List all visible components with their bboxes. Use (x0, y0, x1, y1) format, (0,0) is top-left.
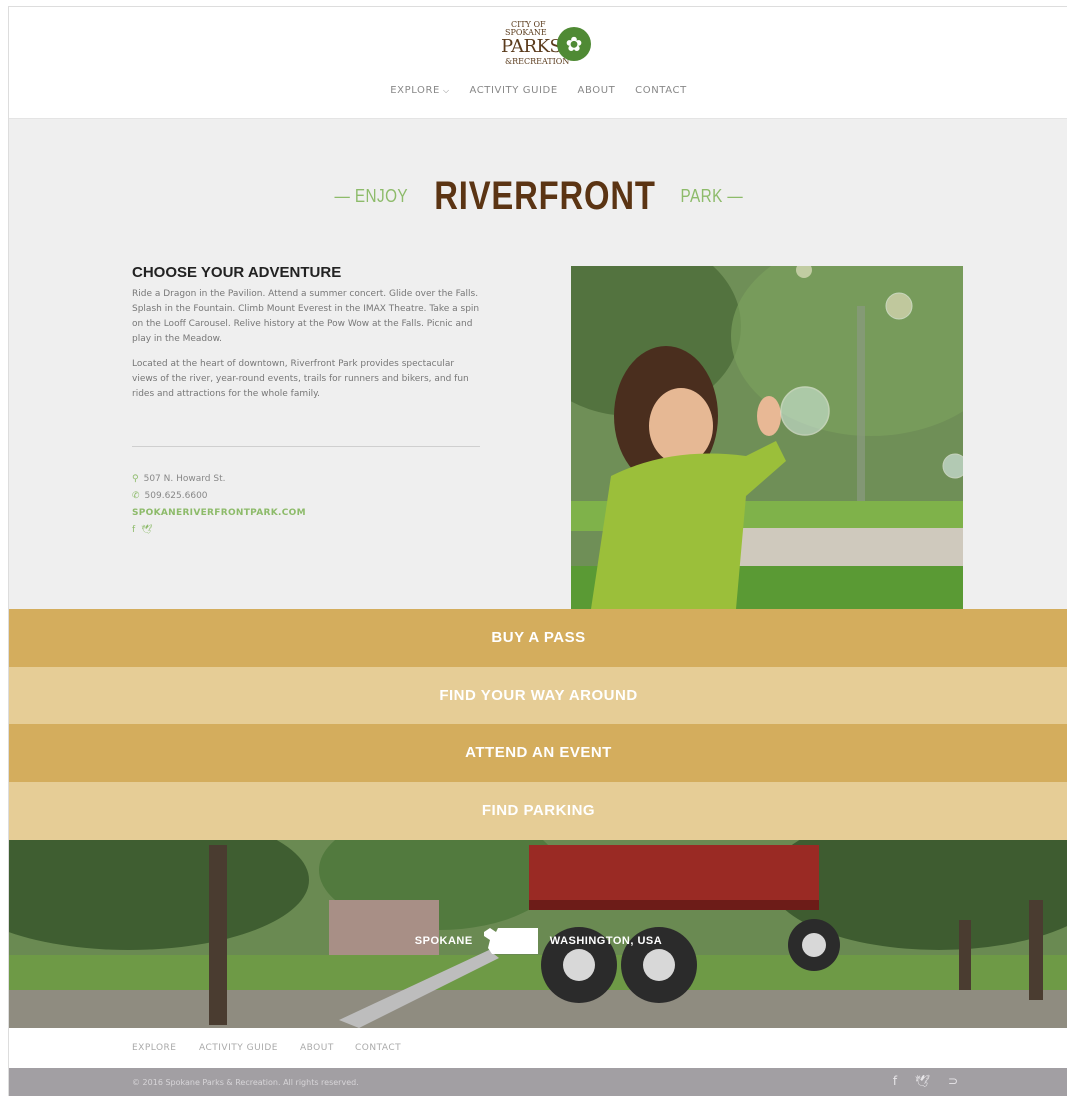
site-header: CITY OF SPOKANE PARKS &RECREATION ✿ EXPL… (9, 7, 1067, 119)
section-divider (132, 446, 480, 447)
map-pin-icon: ⚲ (132, 474, 139, 484)
contact-info: ⚲ 507 N. Howard St. ✆ 509.625.6600 SPOKANE… (132, 471, 306, 539)
hero-photo-illustration (571, 266, 963, 609)
buy-pass-button[interactable]: BUY A PASS (9, 609, 1067, 667)
location-state: WASHINGTON, USA (549, 934, 663, 947)
footer-bar: © 2016 Spokane Parks & Recreation. All r… (9, 1068, 1067, 1096)
find-way-button[interactable]: FIND YOUR WAY AROUND (9, 667, 1067, 725)
address-row: ⚲ 507 N. Howard St. (132, 471, 306, 488)
location-caption: SPOKANE WASHINGTON, USA (9, 926, 1067, 956)
website-link[interactable]: SPOKANERIVERFRONTPARK.COM (132, 505, 306, 522)
footer-nav-about[interactable]: ABOUT (300, 1043, 334, 1053)
leaf-icon: ✿ (557, 27, 591, 61)
hero-photo-girl-bubbles (571, 266, 963, 609)
adventure-text-block: CHOOSE YOUR ADVENTURE Ride a Dragon in t… (132, 264, 482, 412)
attend-event-button[interactable]: ATTEND AN EVENT (9, 724, 1067, 782)
hero-section: — ENJOY RIVERFRONT PARK — CHOOSE YOUR AD… (9, 119, 1067, 609)
page-title: — ENJOY RIVERFRONT PARK — (9, 174, 1067, 219)
phone-row: ✆ 509.625.6600 (132, 488, 306, 505)
address-text: 507 N. Howard St. (143, 474, 226, 484)
park-scene-photo: SPOKANE WASHINGTON, USA (9, 840, 1067, 1028)
title-main: RIVERFRONT (434, 174, 656, 218)
title-suffix: PARK — (680, 186, 744, 206)
twitter-icon[interactable]: 🕊 (915, 1074, 930, 1088)
chevron-down-icon: ⌵ (442, 86, 450, 95)
site-logo[interactable]: CITY OF SPOKANE PARKS &RECREATION ✿ (499, 21, 599, 75)
main-nav: EXPLORE ⌵ ACTIVITY GUIDE ABOUT CONTACT (9, 85, 1067, 96)
twitter-icon[interactable]: 🕊 (141, 525, 152, 535)
nav-item-explore[interactable]: EXPLORE ⌵ (390, 85, 449, 96)
copyright-text: © 2016 Spokane Parks & Recreation. All r… (132, 1078, 359, 1087)
adventure-paragraph-2: Located at the heart of downtown, Riverf… (132, 359, 469, 399)
facebook-icon[interactable]: f (893, 1074, 897, 1088)
washington-state-icon (484, 928, 539, 954)
phone-text: 509.625.6600 (144, 491, 208, 501)
rss-icon[interactable]: ⊃ (948, 1074, 958, 1088)
nav-item-activity-guide[interactable]: ACTIVITY GUIDE (469, 85, 557, 96)
footer-nav-activity-guide[interactable]: ACTIVITY GUIDE (199, 1043, 278, 1053)
title-prefix: — ENJOY (334, 186, 409, 206)
nav-item-about[interactable]: ABOUT (578, 85, 616, 96)
adventure-paragraph-1: Ride a Dragon in the Pavilion. Attend a … (132, 289, 480, 344)
logo-line-4: &RECREATION (505, 57, 570, 66)
nav-label-explore: EXPLORE (390, 85, 440, 96)
page-frame: CITY OF SPOKANE PARKS &RECREATION ✿ EXPL… (8, 6, 1067, 1096)
footer-nav: EXPLORE ACTIVITY GUIDE ABOUT CONTACT (9, 1028, 1067, 1068)
nav-item-contact[interactable]: CONTACT (635, 85, 687, 96)
find-parking-button[interactable]: FIND PARKING (9, 782, 1067, 840)
location-city: SPOKANE (414, 934, 473, 947)
footer-nav-explore[interactable]: EXPLORE (132, 1043, 177, 1053)
footer-social: f 🕊 ⊃ (879, 1074, 958, 1088)
facebook-icon[interactable]: f (132, 525, 135, 535)
phone-icon: ✆ (132, 491, 140, 501)
footer-nav-contact[interactable]: CONTACT (355, 1043, 401, 1053)
adventure-heading: CHOOSE YOUR ADVENTURE (132, 264, 342, 281)
contact-social: f 🕊 (132, 522, 306, 539)
logo-line-3: PARKS (501, 36, 562, 57)
